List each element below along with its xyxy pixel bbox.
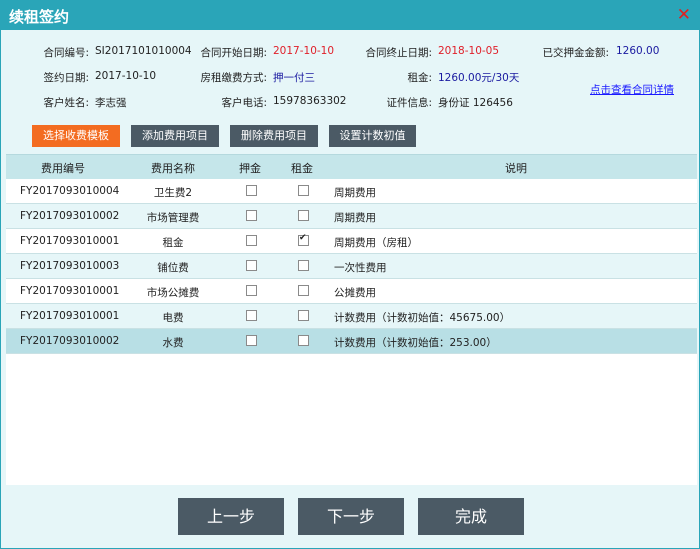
- contract-no-value: SI2017101010004: [95, 45, 192, 57]
- start-date-value: 2017-10-10: [273, 45, 335, 57]
- rent-checkbox[interactable]: [298, 233, 309, 246]
- table-row[interactable]: FY2017093010002 市场管理费 周期费用: [6, 204, 697, 229]
- renewal-contract-window: 续租签约 ✕ 合同编号: SI2017101010004 合同开始日期: 201…: [0, 0, 700, 549]
- deposit-checkbox[interactable]: [246, 235, 257, 246]
- fee-name-cell: 租金: [162, 237, 184, 249]
- deposit-checkbox[interactable]: [246, 260, 257, 271]
- deposit-label: 已交押金金额:: [542, 47, 609, 59]
- end-date-label: 合同终止日期:: [365, 47, 432, 59]
- fee-description-cell: 周期费用: [334, 212, 376, 224]
- column-header-deposit[interactable]: 押金: [239, 160, 261, 176]
- fee-description-cell: 计数费用（计数初始值：45675.00）: [334, 312, 511, 324]
- customer-name-label: 客户姓名:: [43, 97, 89, 109]
- rent-checkbox[interactable]: [298, 285, 309, 296]
- add-fee-item-button[interactable]: 添加费用项目: [131, 125, 219, 147]
- finish-button[interactable]: 完成: [418, 498, 524, 535]
- column-header-description[interactable]: 说明: [505, 160, 527, 176]
- id-info-label: 证件信息:: [386, 97, 432, 109]
- grid-header: 费用编号 费用名称 押金 租金 说明: [6, 155, 697, 179]
- fee-description-cell: 周期费用（房租）: [334, 237, 418, 249]
- id-info-value: 身份证 126456: [438, 97, 513, 109]
- rent-checkbox[interactable]: [298, 210, 309, 221]
- table-row[interactable]: FY2017093010003 铺位费 一次性费用: [6, 254, 697, 279]
- set-initial-count-button[interactable]: 设置计数初值: [329, 125, 416, 147]
- column-header-name[interactable]: 费用名称: [151, 160, 195, 176]
- rent-value: 1260.00元/30天: [438, 72, 520, 84]
- sign-date-value: 2017-10-10: [95, 70, 157, 82]
- customer-name-value: 李志强: [95, 97, 127, 109]
- fee-name-cell: 电费: [162, 312, 184, 324]
- rent-checkbox[interactable]: [298, 260, 309, 271]
- payment-method-label: 房租缴费方式:: [200, 72, 267, 84]
- title-bar: 续租签约 ✕: [1, 1, 699, 30]
- window-title: 续租签约: [9, 8, 70, 26]
- start-date-label: 合同开始日期:: [200, 47, 267, 59]
- deposit-value: 1260.00: [616, 45, 660, 57]
- fee-name-cell: 水费: [162, 337, 184, 349]
- fee-description-cell: 计数费用（计数初始值：253.00）: [334, 337, 497, 349]
- fee-description-cell: 周期费用: [334, 187, 376, 199]
- customer-phone-value: 15978363302: [273, 95, 347, 107]
- deposit-checkbox[interactable]: [246, 285, 257, 296]
- rent-checkbox[interactable]: [298, 335, 309, 346]
- next-step-button[interactable]: 下一步: [298, 498, 404, 535]
- table-row[interactable]: FY2017093010001 电费 计数费用（计数初始值：45675.00）: [6, 304, 697, 329]
- fee-name-cell: 铺位费: [157, 262, 189, 274]
- select-fee-template-button[interactable]: 选择收费模板: [32, 125, 120, 147]
- rent-label: 租金:: [407, 72, 432, 84]
- customer-phone-label: 客户电话:: [221, 97, 267, 109]
- delete-fee-item-button[interactable]: 删除费用项目: [230, 125, 318, 147]
- contract-no-label: 合同编号:: [43, 47, 89, 59]
- deposit-checkbox[interactable]: [246, 335, 257, 346]
- close-icon[interactable]: ✕: [677, 5, 691, 25]
- fee-items-grid: 费用编号 费用名称 押金 租金 说明 FY2017093010004 卫生费2 周期…: [6, 154, 697, 485]
- column-header-rent[interactable]: 租金: [291, 160, 313, 176]
- fee-name-cell: 市场管理费: [146, 212, 200, 224]
- rent-checkbox[interactable]: [298, 310, 309, 321]
- fee-description-cell: 公摊费用: [334, 287, 376, 299]
- deposit-checkbox[interactable]: [246, 210, 257, 221]
- sign-date-label: 签约日期:: [43, 72, 89, 84]
- table-row[interactable]: FY2017093010004 卫生费2 周期费用: [6, 179, 697, 204]
- previous-step-button[interactable]: 上一步: [178, 498, 284, 535]
- table-row[interactable]: FY2017093010001 市场公摊费 公摊费用: [6, 279, 697, 304]
- deposit-checkbox[interactable]: [246, 185, 257, 196]
- deposit-checkbox[interactable]: [246, 310, 257, 321]
- table-row[interactable]: FY2017093010002 水费 计数费用（计数初始值：253.00）: [6, 329, 697, 354]
- end-date-value: 2018-10-05: [438, 45, 500, 57]
- rent-checkbox[interactable]: [298, 185, 309, 196]
- fee-name-cell: 卫生费2: [153, 187, 193, 199]
- contract-detail-link[interactable]: 点击查看合同详情: [590, 82, 674, 97]
- column-header-code[interactable]: 费用编号: [41, 160, 85, 176]
- payment-method-value: 押一付三: [273, 72, 315, 84]
- fee-description-cell: 一次性费用: [334, 262, 387, 274]
- table-row[interactable]: FY2017093010001租金周期费用（房租）: [6, 229, 697, 254]
- fee-name-cell: 市场公摊费: [146, 287, 200, 299]
